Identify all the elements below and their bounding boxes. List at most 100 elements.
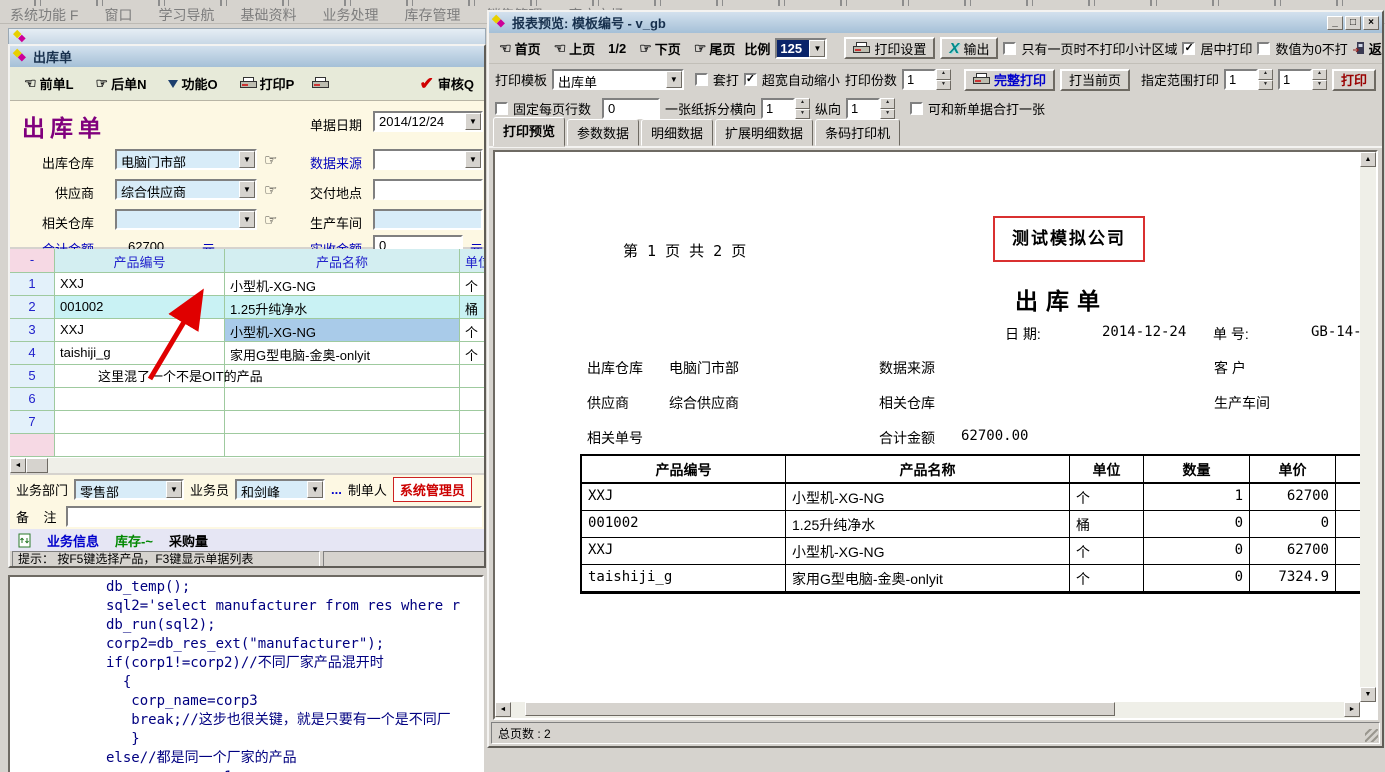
- hand-picker-icon[interactable]: ☞: [264, 211, 277, 229]
- scroll-up-icon[interactable]: ▲: [1360, 152, 1376, 167]
- no-subtotal-checkbox[interactable]: [1003, 42, 1016, 55]
- workshop-input[interactable]: [373, 209, 483, 230]
- last-page-button[interactable]: ☞尾页: [690, 39, 740, 58]
- grid-row-3[interactable]: 3XXJ小型机-XG-NG个: [10, 319, 486, 342]
- dropdown-arrow-icon[interactable]: ▼: [666, 71, 682, 88]
- next-order-button[interactable]: ☞后单N: [92, 74, 151, 93]
- dropdown-arrow-icon[interactable]: ▼: [166, 481, 182, 498]
- spin-down-icon[interactable]: ▼: [1258, 80, 1273, 91]
- auto-shrink-checkbox[interactable]: ✓: [744, 73, 757, 86]
- preview-horizontal-scrollbar[interactable]: ◄ ►: [495, 702, 1360, 718]
- menu-item-window[interactable]: 窗口: [104, 5, 132, 25]
- copies-spinner[interactable]: 1▲▼: [902, 69, 951, 90]
- back-button[interactable]: 返回R: [1353, 39, 1384, 58]
- preview-window-titlebar[interactable]: ◆◆ 报表预览: 模板编号 - v_gb _ □ ×: [489, 12, 1382, 33]
- printer-icon[interactable]: [312, 77, 329, 90]
- dropdown-arrow-icon[interactable]: ▼: [465, 151, 481, 168]
- resize-grip[interactable]: [1365, 729, 1378, 742]
- dropdown-arrow-icon[interactable]: ▼: [239, 211, 255, 228]
- scroll-left-icon[interactable]: ◄: [10, 458, 26, 473]
- spin-down-icon[interactable]: ▼: [880, 109, 895, 120]
- zero-noprint-checkbox[interactable]: [1257, 42, 1270, 55]
- functions-button[interactable]: 功能O: [164, 74, 221, 93]
- more-button[interactable]: ...: [331, 482, 342, 497]
- menu-item-basedata[interactable]: 基础资料: [240, 5, 296, 25]
- dropdown-arrow-icon[interactable]: ▼: [239, 181, 255, 198]
- close-button[interactable]: ×: [1363, 16, 1379, 30]
- scrollbar-thumb[interactable]: [26, 458, 48, 473]
- merge-print-checkbox[interactable]: [910, 102, 923, 115]
- remark-input[interactable]: [66, 506, 482, 527]
- related-warehouse-combo[interactable]: ▼: [115, 209, 257, 230]
- export-button[interactable]: X输出: [940, 37, 998, 59]
- dropdown-arrow-icon[interactable]: ▼: [307, 481, 323, 498]
- business-info-link[interactable]: 业务信息: [47, 531, 99, 550]
- next-page-button[interactable]: ☞下页: [635, 39, 685, 58]
- dropdown-arrow-icon[interactable]: ▼: [465, 113, 481, 130]
- scroll-right-icon[interactable]: ►: [1344, 702, 1360, 717]
- tab-barcode-printer[interactable]: 条码打印机: [815, 119, 900, 146]
- range-from-spinner[interactable]: 1▲▼: [1224, 69, 1273, 90]
- tab-detail-data[interactable]: 明细数据: [641, 119, 713, 146]
- tab-parameter-data[interactable]: 参数数据: [567, 119, 639, 146]
- grid-horizontal-scrollbar[interactable]: ◄: [10, 458, 486, 473]
- preview-vertical-scrollbar[interactable]: ▲ ▼: [1360, 152, 1376, 702]
- menu-item-learn[interactable]: 学习导航: [158, 5, 214, 25]
- scroll-down-icon[interactable]: ▼: [1360, 687, 1376, 702]
- hand-picker-icon[interactable]: ☞: [264, 151, 277, 169]
- spin-down-icon[interactable]: ▼: [795, 109, 810, 120]
- grid-row-7[interactable]: 7: [10, 411, 486, 434]
- maximize-button[interactable]: □: [1345, 16, 1361, 30]
- grid-row-2[interactable]: 20010021.25升纯净水桶: [10, 296, 486, 319]
- print-setup-button[interactable]: 打印设置: [844, 37, 935, 59]
- prev-page-button[interactable]: ☜上页: [550, 39, 600, 58]
- audit-button[interactable]: ✔审核Q: [420, 74, 474, 94]
- print-button[interactable]: 打印P: [236, 74, 299, 93]
- date-combo[interactable]: 2014/12/24▼: [373, 111, 483, 132]
- fixed-rows-checkbox[interactable]: [495, 102, 508, 115]
- hand-picker-icon[interactable]: ☞: [264, 181, 277, 199]
- spin-down-icon[interactable]: ▼: [1312, 80, 1327, 91]
- print-range-button[interactable]: 打印: [1332, 69, 1376, 91]
- tab-print-preview[interactable]: 打印预览: [493, 117, 565, 147]
- spin-up-icon[interactable]: ▲: [1258, 69, 1273, 80]
- clerk-combo[interactable]: 和剑峰▼: [235, 479, 325, 500]
- grid-row-4[interactable]: 4taishiji_g家用G型电脑-金奥-onlyit个: [10, 342, 486, 365]
- spin-up-icon[interactable]: ▲: [880, 98, 895, 109]
- split-vertical-spinner[interactable]: 1▲▼: [846, 98, 895, 119]
- dept-combo[interactable]: 零售部▼: [74, 479, 184, 500]
- menu-item-inventory[interactable]: 库存管理: [404, 5, 460, 25]
- grid-row-8[interactable]: [10, 434, 486, 457]
- split-horizontal-spinner[interactable]: 1▲▼: [761, 98, 810, 119]
- overlay-print-checkbox[interactable]: [695, 73, 708, 86]
- grid-row-6[interactable]: 6: [10, 388, 486, 411]
- fixed-rows-input[interactable]: 0: [602, 98, 660, 119]
- supplier-combo[interactable]: 综合供应商▼: [115, 179, 257, 200]
- template-combo[interactable]: 出库单▼: [552, 69, 684, 90]
- menu-item-business[interactable]: 业务处理: [322, 5, 378, 25]
- print-current-page-button[interactable]: 打当前页: [1060, 69, 1130, 91]
- grid-row-1[interactable]: 1XXJ小型机-XG-NG个: [10, 273, 486, 296]
- spin-up-icon[interactable]: ▲: [936, 69, 951, 80]
- dropdown-arrow-icon[interactable]: ▼: [239, 151, 255, 168]
- tab-extended-detail-data[interactable]: 扩展明细数据: [715, 119, 813, 146]
- scroll-left-icon[interactable]: ◄: [495, 702, 511, 717]
- first-page-button[interactable]: ☜首页: [495, 39, 545, 58]
- minimize-button[interactable]: _: [1327, 16, 1343, 30]
- prev-order-button[interactable]: ☜前单L: [20, 74, 78, 93]
- stock-link[interactable]: 库存-~: [115, 531, 153, 550]
- purchase-qty-link[interactable]: 采购量: [169, 531, 208, 550]
- spin-down-icon[interactable]: ▼: [936, 80, 951, 91]
- delivery-input[interactable]: [373, 179, 483, 200]
- dropdown-arrow-icon[interactable]: ▼: [809, 40, 825, 57]
- center-print-checkbox[interactable]: ✓: [1182, 42, 1195, 55]
- range-to-spinner[interactable]: 1▲▼: [1278, 69, 1327, 90]
- spin-up-icon[interactable]: ▲: [795, 98, 810, 109]
- scrollbar-thumb[interactable]: [525, 702, 1115, 716]
- data-source-combo[interactable]: ▼: [373, 149, 483, 170]
- full-print-button[interactable]: 完整打印: [964, 69, 1055, 91]
- spin-up-icon[interactable]: ▲: [1312, 69, 1327, 80]
- outbound-window-titlebar[interactable]: ◆◆ 出库单: [10, 46, 484, 67]
- code-editor-panel[interactable]: db_temp(); sql2='select manufacturer fro…: [8, 575, 484, 772]
- warehouse-combo[interactable]: 电脑门市部▼: [115, 149, 257, 170]
